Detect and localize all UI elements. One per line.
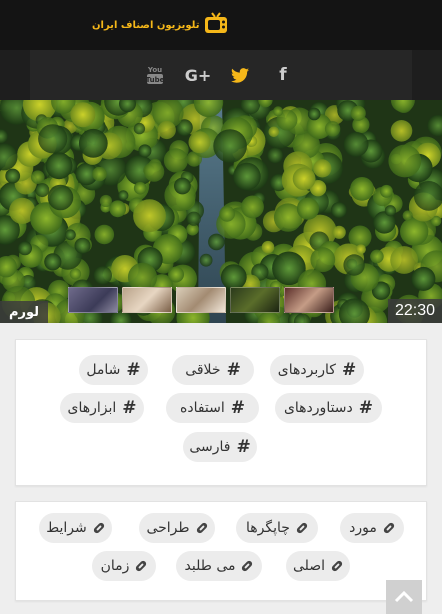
- youtube-label-top: You: [147, 66, 162, 74]
- tag-item[interactable]: # استفاده: [166, 393, 259, 423]
- keyword-item[interactable]: شرایط: [39, 513, 112, 543]
- paperclip-icon: [135, 560, 147, 572]
- tag-item[interactable]: # خلاقی: [172, 355, 254, 385]
- tag-label: فارسی: [189, 439, 231, 455]
- scroll-top-button[interactable]: [386, 580, 422, 614]
- hash-icon: #: [358, 398, 374, 418]
- keyword-item[interactable]: می طلبد: [176, 551, 262, 581]
- facebook-label: f: [279, 65, 287, 85]
- keywords-card: مورد چاپگرها طراحی شرایط اصلی می طلبد زم…: [15, 501, 427, 601]
- logo-text: تلویزیون اصناف ایران: [92, 19, 200, 31]
- keyword-item[interactable]: چاپگرها: [236, 513, 318, 543]
- google-plus-label: G+: [184, 65, 212, 85]
- paperclip-icon: [331, 560, 343, 572]
- tag-item[interactable]: # دستاوردهای: [275, 393, 382, 423]
- paperclip-icon: [296, 522, 308, 534]
- tag-item[interactable]: # کاربردهای: [270, 355, 364, 385]
- paperclip-icon: [383, 522, 395, 534]
- social-bar-inner: [30, 50, 412, 100]
- keyword-label: چاپگرها: [246, 520, 290, 536]
- chevron-up-icon: [394, 588, 414, 607]
- paperclip-icon: [196, 522, 208, 534]
- tags-card: # کاربردهای # خلاقی # شامل # دستاوردهای …: [15, 339, 427, 486]
- keyword-label: زمان: [100, 558, 130, 574]
- hash-icon: #: [126, 360, 141, 380]
- keyword-item[interactable]: اصلی: [286, 551, 350, 581]
- hash-icon: #: [122, 398, 137, 418]
- tag-label: استفاده: [180, 400, 225, 416]
- keyword-label: اصلی: [292, 558, 326, 574]
- keyword-item[interactable]: زمان: [92, 551, 156, 581]
- tag-label: خلاقی: [185, 362, 221, 378]
- youtube-icon[interactable]: You Tube: [145, 64, 165, 86]
- thumbnail-strip: [68, 287, 334, 313]
- tag-label: شامل: [86, 362, 121, 378]
- tag-item[interactable]: # ابزارهای: [60, 393, 144, 423]
- keyword-item[interactable]: طراحی: [139, 513, 215, 543]
- keyword-item[interactable]: مورد: [340, 513, 404, 543]
- tag-item[interactable]: # فارسی: [183, 432, 257, 462]
- social-bar: You Tube G+ f: [0, 50, 442, 100]
- paperclip-icon: [241, 560, 253, 572]
- twitter-icon[interactable]: [230, 64, 250, 86]
- keyword-label: طراحی: [146, 520, 190, 536]
- hero-video[interactable]: لورم 22:30: [0, 100, 442, 323]
- tag-label: دستاوردهای: [283, 400, 353, 416]
- keyword-label: می طلبد: [184, 558, 236, 574]
- tag-label: کاربردهای: [277, 362, 336, 378]
- thumbnail-1[interactable]: [68, 287, 118, 313]
- paperclip-icon: [93, 522, 105, 534]
- site-logo[interactable]: تلویزیون اصناف ایران: [92, 12, 228, 38]
- google-plus-icon[interactable]: G+: [184, 64, 212, 86]
- site-header: تلویزیون اصناف ایران: [0, 0, 442, 50]
- time-badge: 22:30: [388, 299, 442, 323]
- keyword-label: شرایط: [46, 520, 87, 536]
- facebook-icon[interactable]: f: [276, 64, 290, 86]
- tag-label: ابزارهای: [67, 400, 117, 416]
- tv-icon: [204, 11, 228, 39]
- hash-icon: #: [226, 360, 241, 380]
- hash-icon: #: [230, 398, 246, 418]
- keyword-label: مورد: [349, 520, 377, 536]
- thumbnail-2[interactable]: [122, 287, 172, 313]
- hash-icon: #: [236, 437, 251, 457]
- hash-icon: #: [341, 360, 357, 380]
- hero-label-badge: لورم: [0, 301, 48, 323]
- thumbnail-4[interactable]: [230, 287, 280, 313]
- tag-item[interactable]: # شامل: [79, 355, 148, 385]
- thumbnail-5[interactable]: [284, 287, 334, 313]
- youtube-label-bottom: Tube: [146, 76, 164, 84]
- thumbnail-3[interactable]: [176, 287, 226, 313]
